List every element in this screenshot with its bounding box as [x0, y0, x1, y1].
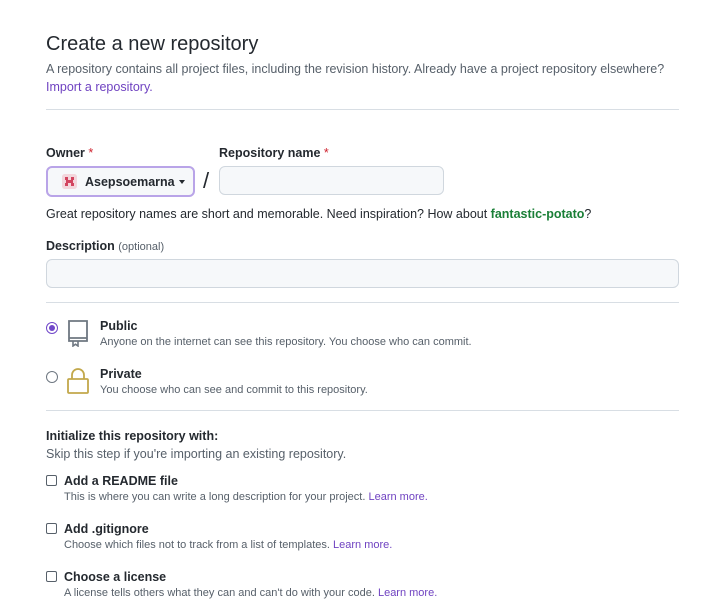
page-subtitle: A repository contains all project files,…	[46, 62, 665, 76]
license-description: A license tells others what they can and…	[64, 587, 437, 599]
divider	[46, 410, 679, 411]
name-suggestion[interactable]: fantastic-potato	[491, 207, 585, 221]
private-title: Private	[100, 367, 142, 381]
owner-repo-separator: /	[203, 168, 210, 193]
owner-dropdown-button[interactable]: Asepsoemarna	[46, 166, 195, 197]
init-section-subtitle: Skip this step if you're importing an ex…	[46, 447, 347, 461]
name-hint: Great repository names are short and mem…	[46, 207, 591, 221]
license-title: Choose a license	[64, 570, 167, 584]
description-label-text: Description	[46, 239, 115, 253]
gitignore-checkbox[interactable]	[46, 523, 57, 534]
description-input[interactable]	[46, 259, 679, 288]
identicon-icon	[62, 174, 77, 189]
divider	[46, 302, 679, 303]
hint-end: ?	[584, 207, 592, 221]
description-label: Description (optional)	[46, 239, 164, 253]
required-mark: *	[323, 146, 329, 160]
readme-description-text: This is where you can write a long descr…	[64, 491, 366, 503]
init-section-title: Initialize this repository with:	[46, 429, 219, 443]
license-learn-more-link[interactable]: Learn more.	[378, 587, 437, 599]
lock-icon	[67, 368, 89, 394]
readme-learn-more-link[interactable]: Learn more.	[368, 491, 427, 503]
license-description-text: A license tells others what they can and…	[64, 587, 375, 599]
avatar	[62, 174, 77, 189]
owner-label: Owner *	[46, 146, 93, 160]
caret-down-icon	[178, 179, 185, 184]
import-repository-link[interactable]: Import a repository.	[46, 80, 153, 94]
public-title: Public	[100, 319, 138, 333]
repository-name-input[interactable]	[219, 166, 444, 195]
readme-checkbox[interactable]	[46, 475, 57, 486]
gitignore-learn-more-link[interactable]: Learn more.	[333, 539, 392, 551]
public-description: Anyone on the internet can see this repo…	[100, 336, 472, 348]
private-description: You choose who can see and commit to thi…	[100, 384, 368, 396]
owner-label-text: Owner	[46, 146, 85, 160]
page-title: Create a new repository	[46, 33, 259, 55]
optional-tag: (optional)	[118, 241, 165, 253]
readme-description: This is where you can write a long descr…	[64, 491, 428, 503]
repo-name-label: Repository name *	[219, 146, 329, 160]
license-checkbox[interactable]	[46, 571, 57, 582]
public-radio[interactable]	[46, 322, 58, 334]
hint-text: Great repository names are short and mem…	[46, 207, 491, 221]
gitignore-description-text: Choose which files not to track from a l…	[64, 539, 330, 551]
required-mark: *	[88, 146, 94, 160]
repo-public-icon	[68, 320, 88, 347]
repo-name-label-text: Repository name	[219, 146, 321, 160]
gitignore-description: Choose which files not to track from a l…	[64, 539, 392, 551]
owner-name: Asepsoemarna	[85, 174, 175, 189]
readme-title: Add a README file	[64, 474, 178, 488]
gitignore-title: Add .gitignore	[64, 522, 149, 536]
private-radio[interactable]	[46, 371, 58, 383]
divider	[46, 109, 679, 110]
